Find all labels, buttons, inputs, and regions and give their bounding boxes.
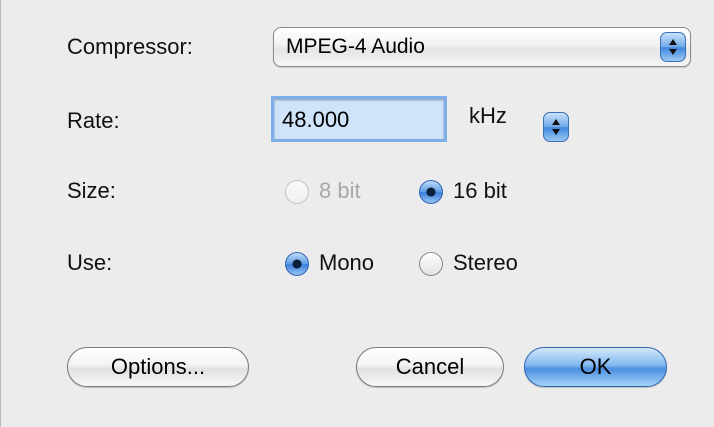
use-stereo-label: Stereo [453, 250, 518, 275]
rate-label: Rate: [67, 108, 120, 133]
audio-settings-dialog: Compressor: MPEG-4 Audio Rate: 48.000 kH… [0, 0, 714, 427]
size-16bit-radio[interactable] [419, 180, 443, 204]
compressor-label: Compressor: [67, 34, 193, 59]
size-label: Size: [67, 178, 116, 203]
use-stereo-radio[interactable] [419, 252, 443, 276]
compressor-popup[interactable]: MPEG-4 Audio [273, 27, 691, 67]
use-mono-radio[interactable] [285, 252, 309, 276]
rate-field[interactable]: 48.000 [271, 96, 447, 142]
size-16bit-label: 16 bit [453, 178, 507, 203]
size-8bit-radio[interactable] [285, 180, 309, 204]
use-label: Use: [67, 250, 113, 275]
popup-arrows-icon [660, 32, 686, 62]
options-button[interactable]: Options... [67, 347, 249, 387]
rate-stepper[interactable] [543, 112, 569, 142]
use-mono-label: Mono [319, 250, 375, 275]
size-8bit-label: 8 bit [319, 178, 361, 203]
compressor-value: MPEG-4 Audio [286, 35, 425, 58]
ok-button[interactable]: OK [524, 347, 667, 387]
rate-unit: kHz [469, 103, 507, 128]
cancel-button[interactable]: Cancel [356, 347, 504, 387]
